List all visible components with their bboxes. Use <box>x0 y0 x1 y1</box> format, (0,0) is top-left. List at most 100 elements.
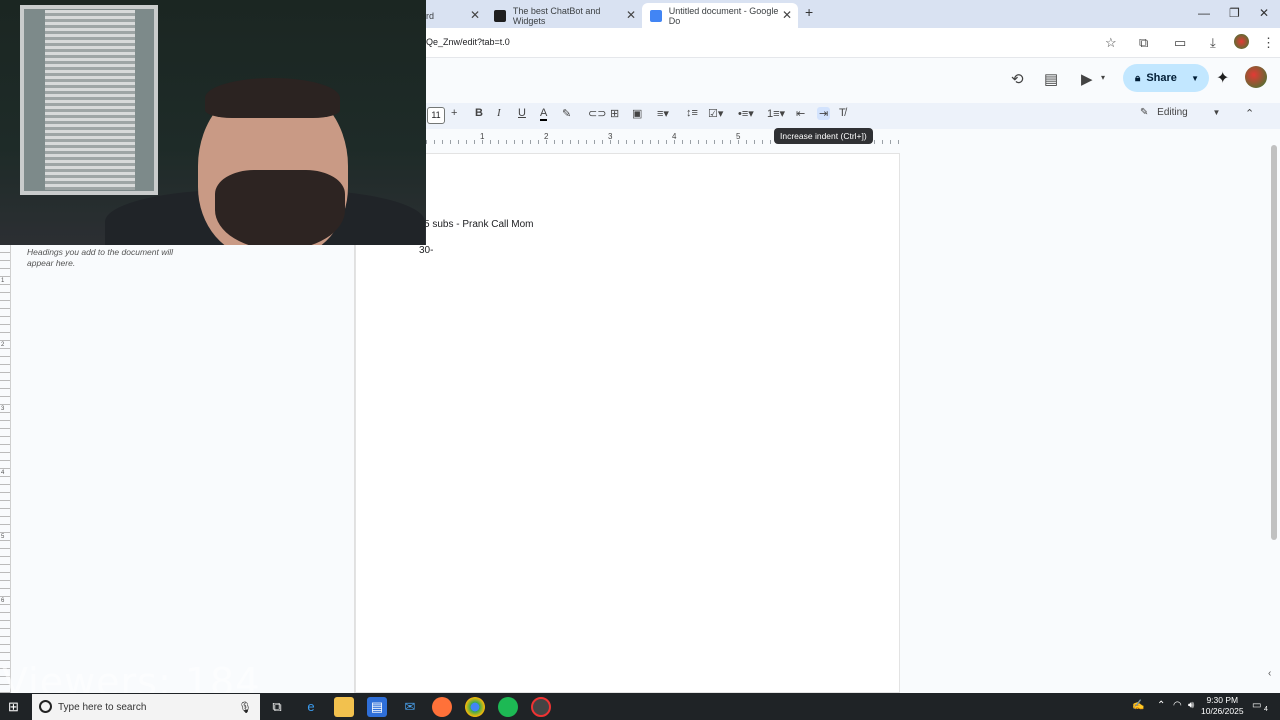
vertical-ruler[interactable] <box>0 245 11 693</box>
close-window-icon[interactable]: ✕ <box>1259 6 1269 20</box>
notification-icon[interactable]: ▭ <box>1252 700 1261 711</box>
document-page[interactable] <box>355 153 900 693</box>
docs-icon <box>650 9 662 22</box>
increase-indent-tooltip: Increase indent (Ctrl+]) <box>774 128 873 144</box>
star-icon[interactable]: ☆ <box>1105 35 1117 51</box>
ruler-number: 3 <box>1 406 5 412</box>
add-comment-icon[interactable]: ⊞ <box>610 107 619 120</box>
document-line[interactable]: 5 subs - Prank Call Mom <box>424 219 533 230</box>
pen-icon[interactable]: ✍ <box>1132 700 1144 711</box>
clock-time: 9:30 PM <box>1206 695 1239 705</box>
comment-icon[interactable]: ▤ <box>1044 70 1058 88</box>
tab-google-doc[interactable]: Untitled document - Google Do ✕ <box>642 3 798 28</box>
document-outline-panel <box>0 245 355 693</box>
new-tab-button[interactable]: + <box>805 4 813 20</box>
chevron-left-icon[interactable]: ‹ <box>1268 668 1271 679</box>
chevron-down-icon: ▼ <box>1212 108 1221 117</box>
ruler-number: 4 <box>1 470 5 476</box>
cast-icon[interactable]: ▭ <box>1174 35 1186 51</box>
store-icon[interactable]: ▤ <box>367 697 387 717</box>
clock-date: 10/26/2025 <box>1201 706 1244 716</box>
person-hair <box>205 78 340 118</box>
underline-button[interactable]: U <box>518 107 526 119</box>
window-blinds <box>45 10 135 190</box>
person-beard <box>215 170 345 245</box>
numbered-list-icon[interactable]: 1≡▾ <box>767 107 785 120</box>
url-field[interactable]: Qe_Znw/edit?tab=t.0 <box>426 37 510 47</box>
ruler-number: 2 <box>544 132 549 141</box>
ruler-number: 5 <box>1 534 5 540</box>
task-view-icon[interactable]: ⧉ <box>267 697 287 717</box>
close-icon[interactable]: ✕ <box>470 8 480 22</box>
history-icon[interactable]: ⟲ <box>1011 70 1024 88</box>
profile-avatar[interactable] <box>1234 34 1249 49</box>
minimize-icon[interactable]: — <box>1198 6 1210 20</box>
highlight-icon[interactable]: ✎ <box>562 107 571 120</box>
tab-label: rd <box>426 10 435 21</box>
chevron-up-icon[interactable]: ⌃ <box>1157 700 1165 711</box>
taskbar-search-box[interactable]: Type here to search 🎙︎ <box>32 694 260 720</box>
mail-icon[interactable]: ✉ <box>400 697 420 717</box>
close-icon[interactable]: ✕ <box>782 8 792 22</box>
checklist-icon[interactable]: ☑▾ <box>708 107 723 120</box>
gemini-icon[interactable]: ✦ <box>1216 68 1229 88</box>
editing-mode-dropdown[interactable]: ✎ Editing ▼ <box>1140 107 1220 118</box>
vertical-scrollbar[interactable] <box>1271 145 1277 540</box>
network-icon[interactable]: ◠ <box>1173 700 1182 711</box>
tab-dashboard[interactable]: rd ✕ <box>418 3 486 28</box>
text-color-button[interactable]: A <box>540 107 548 121</box>
align-icon[interactable]: ≡▾ <box>657 107 669 120</box>
outline-hint-text: Headings you add to the document will ap… <box>27 247 174 268</box>
font-size-input[interactable]: 11 <box>427 107 445 124</box>
chevron-up-icon[interactable]: ⌃ <box>1245 107 1254 120</box>
share-button[interactable]: 🔒︎ Share ▼ <box>1123 64 1209 92</box>
search-placeholder: Type here to search <box>58 701 147 713</box>
avatar[interactable] <box>1245 66 1267 88</box>
obs-icon[interactable] <box>531 697 551 717</box>
download-icon[interactable]: ⤓ <box>1210 35 1216 51</box>
notification-count: 4 <box>1264 706 1268 713</box>
ruler-number: 5 <box>736 132 741 141</box>
tab-label: The best ChatBot and Widgets <box>512 5 601 26</box>
tab-label: Untitled document - Google Do <box>668 5 779 26</box>
increase-indent-icon[interactable]: ⇥ <box>817 107 831 120</box>
ruler-number: 3 <box>608 132 613 141</box>
microphone-icon[interactable]: 🎙︎ <box>238 701 252 714</box>
chevron-down-icon[interactable]: ▾ <box>1101 73 1105 82</box>
italic-button[interactable]: I <box>497 107 501 119</box>
tab-chatbot[interactable]: The best ChatBot and Widgets ✕ <box>486 3 642 28</box>
spotify-icon[interactable] <box>498 697 518 717</box>
windows-start-icon[interactable]: ⊞ <box>8 699 19 715</box>
bulleted-list-icon[interactable]: •≡▾ <box>738 107 754 120</box>
edge-icon[interactable]: e <box>301 697 321 717</box>
line-spacing-icon[interactable]: ↕≡ <box>686 107 698 119</box>
ruler-number: 6 <box>1 598 5 604</box>
meet-icon[interactable]: ▶ <box>1081 70 1093 88</box>
insert-image-icon[interactable]: ▣ <box>632 107 642 120</box>
chevron-down-icon[interactable]: ▼ <box>1191 74 1199 83</box>
ruler-number: 4 <box>672 132 677 141</box>
extensions-icon[interactable]: ⧉ <box>1139 35 1148 51</box>
increase-font-size-button[interactable]: + <box>451 107 457 119</box>
clear-formatting-icon[interactable]: T̸ <box>839 107 846 119</box>
windows-taskbar: ⊞ Type here to search 🎙︎ ⧉ e ▤ ✉ ✍ ⌃ ◠ 🔊… <box>0 693 1280 720</box>
github-icon <box>494 9 506 22</box>
ruler-number: 1 <box>480 132 485 141</box>
link-icon[interactable]: ⊂⊃ <box>588 107 606 120</box>
chrome-icon[interactable] <box>465 697 485 717</box>
pencil-icon: ✎ <box>1140 107 1149 118</box>
decrease-indent-icon[interactable]: ⇤ <box>796 107 805 120</box>
firefox-icon[interactable] <box>432 697 452 717</box>
ruler-number: 1 <box>1 278 5 284</box>
search-icon <box>39 700 52 713</box>
volume-icon[interactable]: 🔊︎ <box>1188 700 1194 711</box>
document-line[interactable]: 30- <box>419 245 433 256</box>
lock-icon: 🔒︎ <box>1135 72 1141 84</box>
menu-dots-icon[interactable]: ⋮ <box>1262 35 1275 51</box>
share-label: Share <box>1146 72 1177 84</box>
restore-icon[interactable]: ❐ <box>1229 6 1240 20</box>
file-explorer-icon[interactable] <box>334 697 354 717</box>
close-icon[interactable]: ✕ <box>626 8 636 22</box>
system-clock[interactable]: 9:30 PM 10/26/2025 <box>1201 695 1244 717</box>
bold-button[interactable]: B <box>475 107 483 119</box>
